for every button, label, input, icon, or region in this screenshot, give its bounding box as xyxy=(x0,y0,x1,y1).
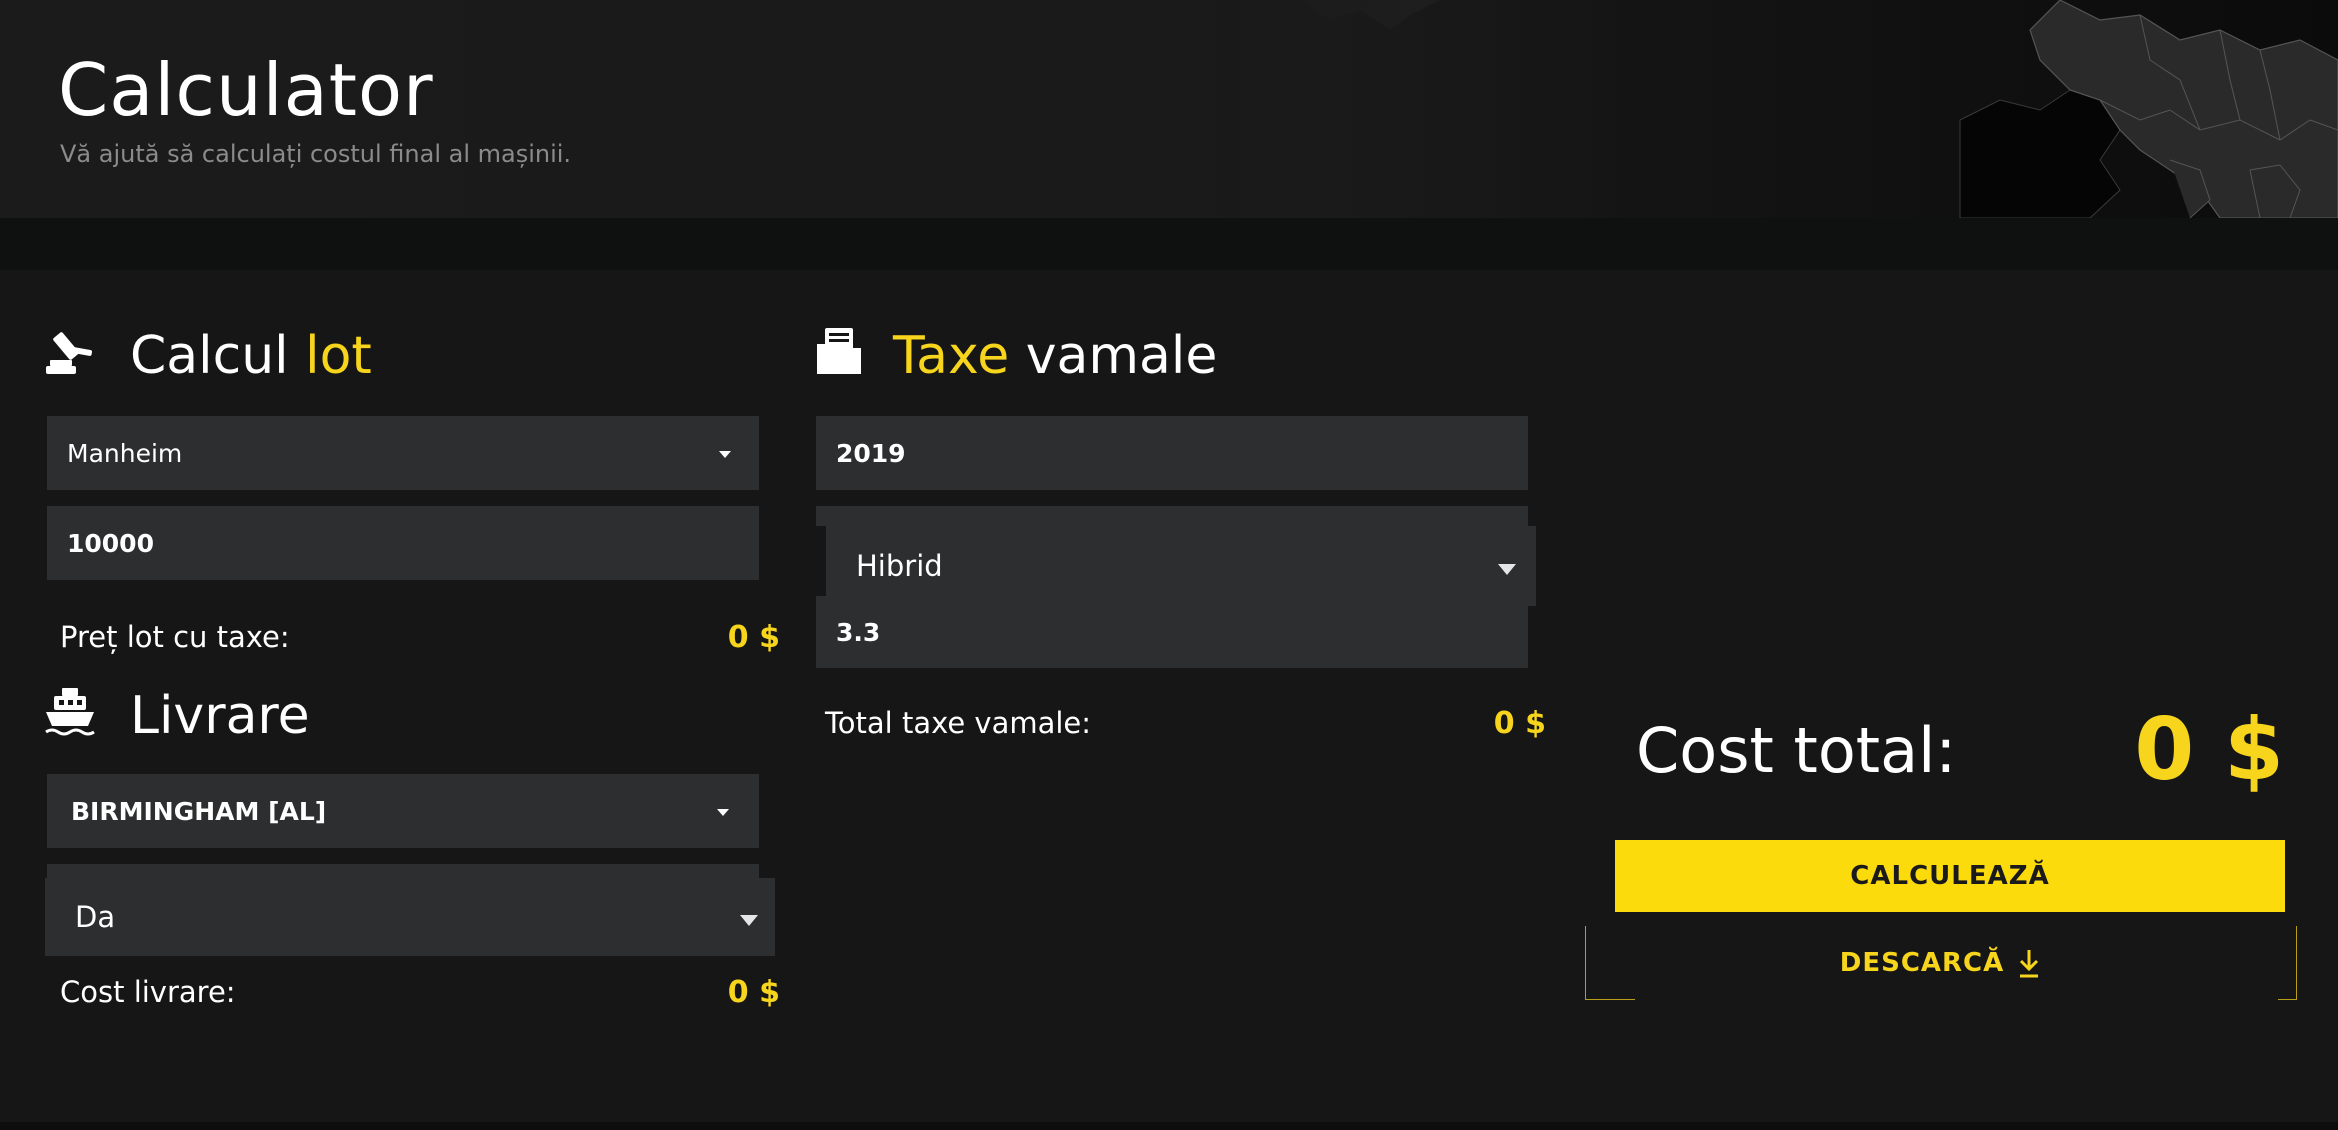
section-title-customs-main: vamale xyxy=(1025,326,1218,386)
fuel-select-edge xyxy=(816,506,1528,526)
total-cost-value: 0 $ xyxy=(2134,700,2284,800)
delivery-summary-label: Cost livrare: xyxy=(60,975,236,1009)
lot-price-input[interactable]: 10000 xyxy=(47,506,759,580)
header-divider-band xyxy=(0,218,2338,270)
europe-map-image xyxy=(1240,0,2338,218)
total-cost-label: Cost total: xyxy=(1636,714,1957,787)
calculate-button[interactable]: CALCULEAZĂ xyxy=(1615,840,2285,912)
delivery-location-value: BIRMINGHAM [AL] xyxy=(71,796,327,826)
download-button-label: DESCARCĂ xyxy=(1839,948,2005,978)
delivery-option-value: Da xyxy=(75,900,116,934)
chevron-down-icon xyxy=(719,451,731,458)
auction-select-value: Manheim xyxy=(67,438,183,468)
customs-summary-label: Total taxe vamale: xyxy=(825,706,1092,740)
gavel-icon xyxy=(46,332,93,374)
section-title-customs: Taxe vamale xyxy=(893,330,1217,382)
footer-strip xyxy=(0,1122,2338,1130)
lot-summary-label: Preț lot cu taxe: xyxy=(60,620,290,654)
section-title-delivery: Livrare xyxy=(130,686,310,746)
customs-summary-value: 0 $ xyxy=(1493,706,1546,741)
fuel-type-select[interactable]: Hibrid xyxy=(826,526,1536,606)
chevron-down-icon xyxy=(717,809,729,816)
year-value: 2019 xyxy=(836,438,906,468)
lot-summary-value: 0 $ xyxy=(727,620,780,655)
section-title-lot: Calcul lot xyxy=(130,330,372,382)
delivery-summary-value: 0 $ xyxy=(727,975,780,1010)
engine-volume-input[interactable]: 3.3 xyxy=(816,596,1528,668)
lot-price-value: 10000 xyxy=(67,528,154,558)
section-title-lot-main: Calcul xyxy=(130,326,289,386)
folder-icon xyxy=(817,328,861,374)
page-title: Calculator xyxy=(58,48,434,132)
hero-banner: Calculator Vă ajută să calculați costul … xyxy=(0,0,2338,218)
delivery-location-select[interactable]: BIRMINGHAM [AL] xyxy=(47,774,759,848)
fuel-type-value: Hibrid xyxy=(856,549,943,583)
chevron-down-icon xyxy=(1498,564,1516,575)
engine-volume-value: 3.3 xyxy=(836,617,881,647)
page-subtitle: Vă ajută să calculați costul final al ma… xyxy=(60,140,572,168)
chevron-down-icon xyxy=(740,915,758,926)
delivery-option-select-edge xyxy=(47,864,759,878)
auction-select[interactable]: Manheim xyxy=(47,416,759,490)
delivery-option-select[interactable]: Da xyxy=(45,878,775,956)
year-input[interactable]: 2019 xyxy=(816,416,1528,490)
ship-icon xyxy=(45,688,95,736)
section-title-lot-accent: lot xyxy=(305,326,372,386)
section-title-customs-accent: Taxe xyxy=(893,326,1010,386)
download-button[interactable]: DESCARCĂ xyxy=(1585,926,2297,1000)
download-arrow-icon xyxy=(2020,950,2039,978)
